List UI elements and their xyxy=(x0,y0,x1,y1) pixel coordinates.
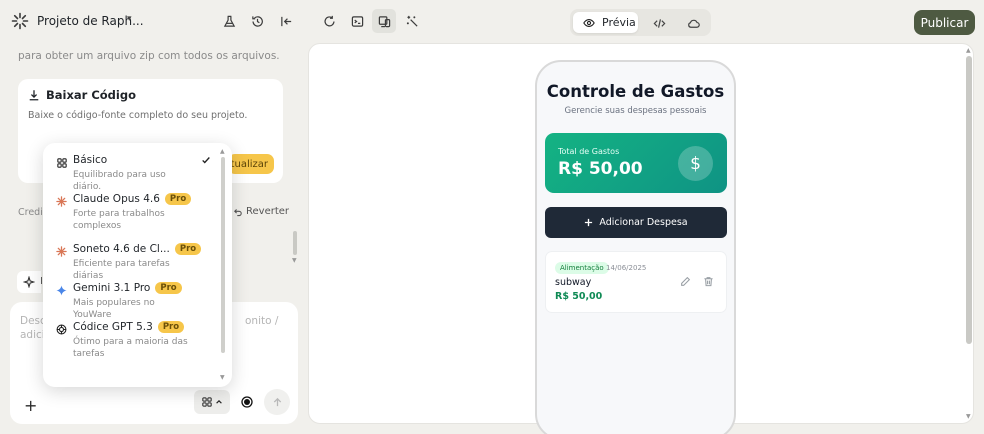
record-icon[interactable] xyxy=(240,395,254,409)
model-description: Ótimo para a maioria das tarefas xyxy=(73,337,188,359)
app-title: Controle de Gastos xyxy=(546,82,725,101)
model-name-text: Claude Opus 4.6 xyxy=(73,193,160,205)
phone-frame: Controle de Gastos Gerencie suas despesa… xyxy=(535,60,736,434)
magic-wand-icon[interactable] xyxy=(403,12,421,30)
arrow-up-icon xyxy=(273,397,281,406)
model-selector-button[interactable] xyxy=(194,390,230,414)
revert-label: Reverter xyxy=(246,206,290,217)
add-expense-label: Adicionar Despesa xyxy=(599,217,688,228)
model-name: Códice GPT 5.3 Pro xyxy=(73,321,185,333)
dropdown-scroll-up-icon[interactable]: ▲ xyxy=(220,148,225,155)
pro-badge: Pro xyxy=(157,321,185,333)
dropdown-scroll-down-icon[interactable]: ▼ xyxy=(220,374,225,381)
model-description: Forte para trabalhos complexos xyxy=(73,209,165,231)
device-preview-icon[interactable] xyxy=(372,9,396,33)
chevron-down-icon[interactable]: ▾ xyxy=(127,14,132,24)
model-description: Eficiente para tarefas diárias xyxy=(73,259,170,281)
youware-logo-icon[interactable] xyxy=(11,12,29,30)
model-name-text: Gemini 3.1 Pro xyxy=(73,282,151,294)
expense-name: subway xyxy=(555,277,592,288)
preview-scrollbar[interactable] xyxy=(966,56,972,344)
model-name: Gemini 3.1 Pro Pro xyxy=(73,282,182,294)
total-label: Total de Gastos xyxy=(558,147,620,156)
download-code-title-label: Baixar Código xyxy=(46,88,136,102)
pencil-icon[interactable] xyxy=(680,276,691,287)
chat-placeholder-part2: onito / xyxy=(245,315,279,327)
top-bar: Projeto de Raph... ▾ Prévia Publicar xyxy=(0,0,984,42)
pro-badge: Pro xyxy=(174,243,202,255)
grid-icon xyxy=(201,397,212,407)
plus-icon[interactable]: + xyxy=(24,396,37,415)
sparkle-chip[interactable] xyxy=(17,271,41,293)
download-code-description: Baixe o código-fonte completo do seu pro… xyxy=(28,110,248,121)
history-icon[interactable] xyxy=(248,12,266,30)
model-description: Mais populares no YouWare xyxy=(73,298,155,320)
gemini-icon xyxy=(56,285,67,296)
chat-placeholder-line2: adici xyxy=(20,329,45,341)
download-code-title[interactable]: Baixar Código xyxy=(28,88,136,102)
category-badge: Alimentação xyxy=(555,262,609,274)
publish-button[interactable]: Publicar xyxy=(914,10,975,35)
total-expenses-card: Total de Gastos R$ 50,00 $ xyxy=(545,133,727,193)
model-name-text: Básico xyxy=(73,154,108,166)
total-value: R$ 50,00 xyxy=(558,159,643,179)
undo-icon xyxy=(234,208,242,216)
plus-icon xyxy=(585,218,593,227)
chevron-up-icon xyxy=(215,400,222,404)
add-expense-button[interactable]: Adicionar Despesa xyxy=(545,207,727,238)
claude-icon xyxy=(56,196,67,207)
trash-icon[interactable] xyxy=(703,276,714,287)
model-name: Claude Opus 4.6 Pro xyxy=(73,193,192,205)
preview-tab[interactable]: Prévia xyxy=(573,12,638,33)
eye-icon xyxy=(583,18,595,27)
sparkle-icon xyxy=(23,276,35,288)
expense-amount: R$ 50,00 xyxy=(555,291,603,302)
preview-scroll-up-icon[interactable]: ▲ xyxy=(966,47,971,54)
send-button[interactable] xyxy=(264,389,290,415)
model-name-text: Códice GPT 5.3 xyxy=(73,321,153,333)
preview-scroll-down-icon[interactable]: ▼ xyxy=(966,413,971,420)
refresh-icon[interactable] xyxy=(320,12,338,30)
app-subtitle: Gerencie suas despesas pessoais xyxy=(564,106,707,116)
flask-icon[interactable] xyxy=(220,12,238,30)
model-name: Soneto 4.6 de Cl... Pro xyxy=(73,243,202,255)
download-icon xyxy=(29,90,39,101)
model-dropdown: Básico Equilibrado para uso diário. Clau… xyxy=(43,143,232,387)
dropdown-scrollbar[interactable] xyxy=(221,157,225,353)
dollar-icon: $ xyxy=(678,146,713,181)
cloud-icon[interactable] xyxy=(684,14,702,32)
expense-item: Alimentação 14/06/2025 subway R$ 50,00 xyxy=(545,251,727,313)
left-panel-scrollbar[interactable] xyxy=(293,231,297,255)
chat-placeholder-part1: Desc xyxy=(20,315,46,327)
view-mode-switch: Prévia xyxy=(570,9,711,36)
check-icon xyxy=(201,155,211,168)
preview-tab-label: Prévia xyxy=(602,16,636,29)
terminal-icon[interactable] xyxy=(348,12,366,30)
collapse-left-icon[interactable] xyxy=(277,12,295,30)
revert-button[interactable]: Reverter xyxy=(233,206,289,217)
pro-badge: Pro xyxy=(164,193,192,205)
openai-icon xyxy=(56,324,67,335)
model-name: Básico xyxy=(73,154,107,166)
update-button[interactable]: Atualizar xyxy=(224,154,274,174)
grid-icon xyxy=(56,157,67,168)
scroll-down-icon[interactable]: ▼ xyxy=(292,257,297,264)
expense-date: 14/06/2025 xyxy=(606,264,647,272)
model-description: Equilibrado para uso diário. xyxy=(73,170,166,192)
code-view-icon[interactable] xyxy=(650,14,668,32)
download-hint-text: para obter um arquivo zip com todos os a… xyxy=(18,50,280,62)
claude-icon xyxy=(56,246,67,257)
model-name-text: Soneto 4.6 de Cl... xyxy=(73,243,170,255)
pro-badge: Pro xyxy=(155,282,182,294)
